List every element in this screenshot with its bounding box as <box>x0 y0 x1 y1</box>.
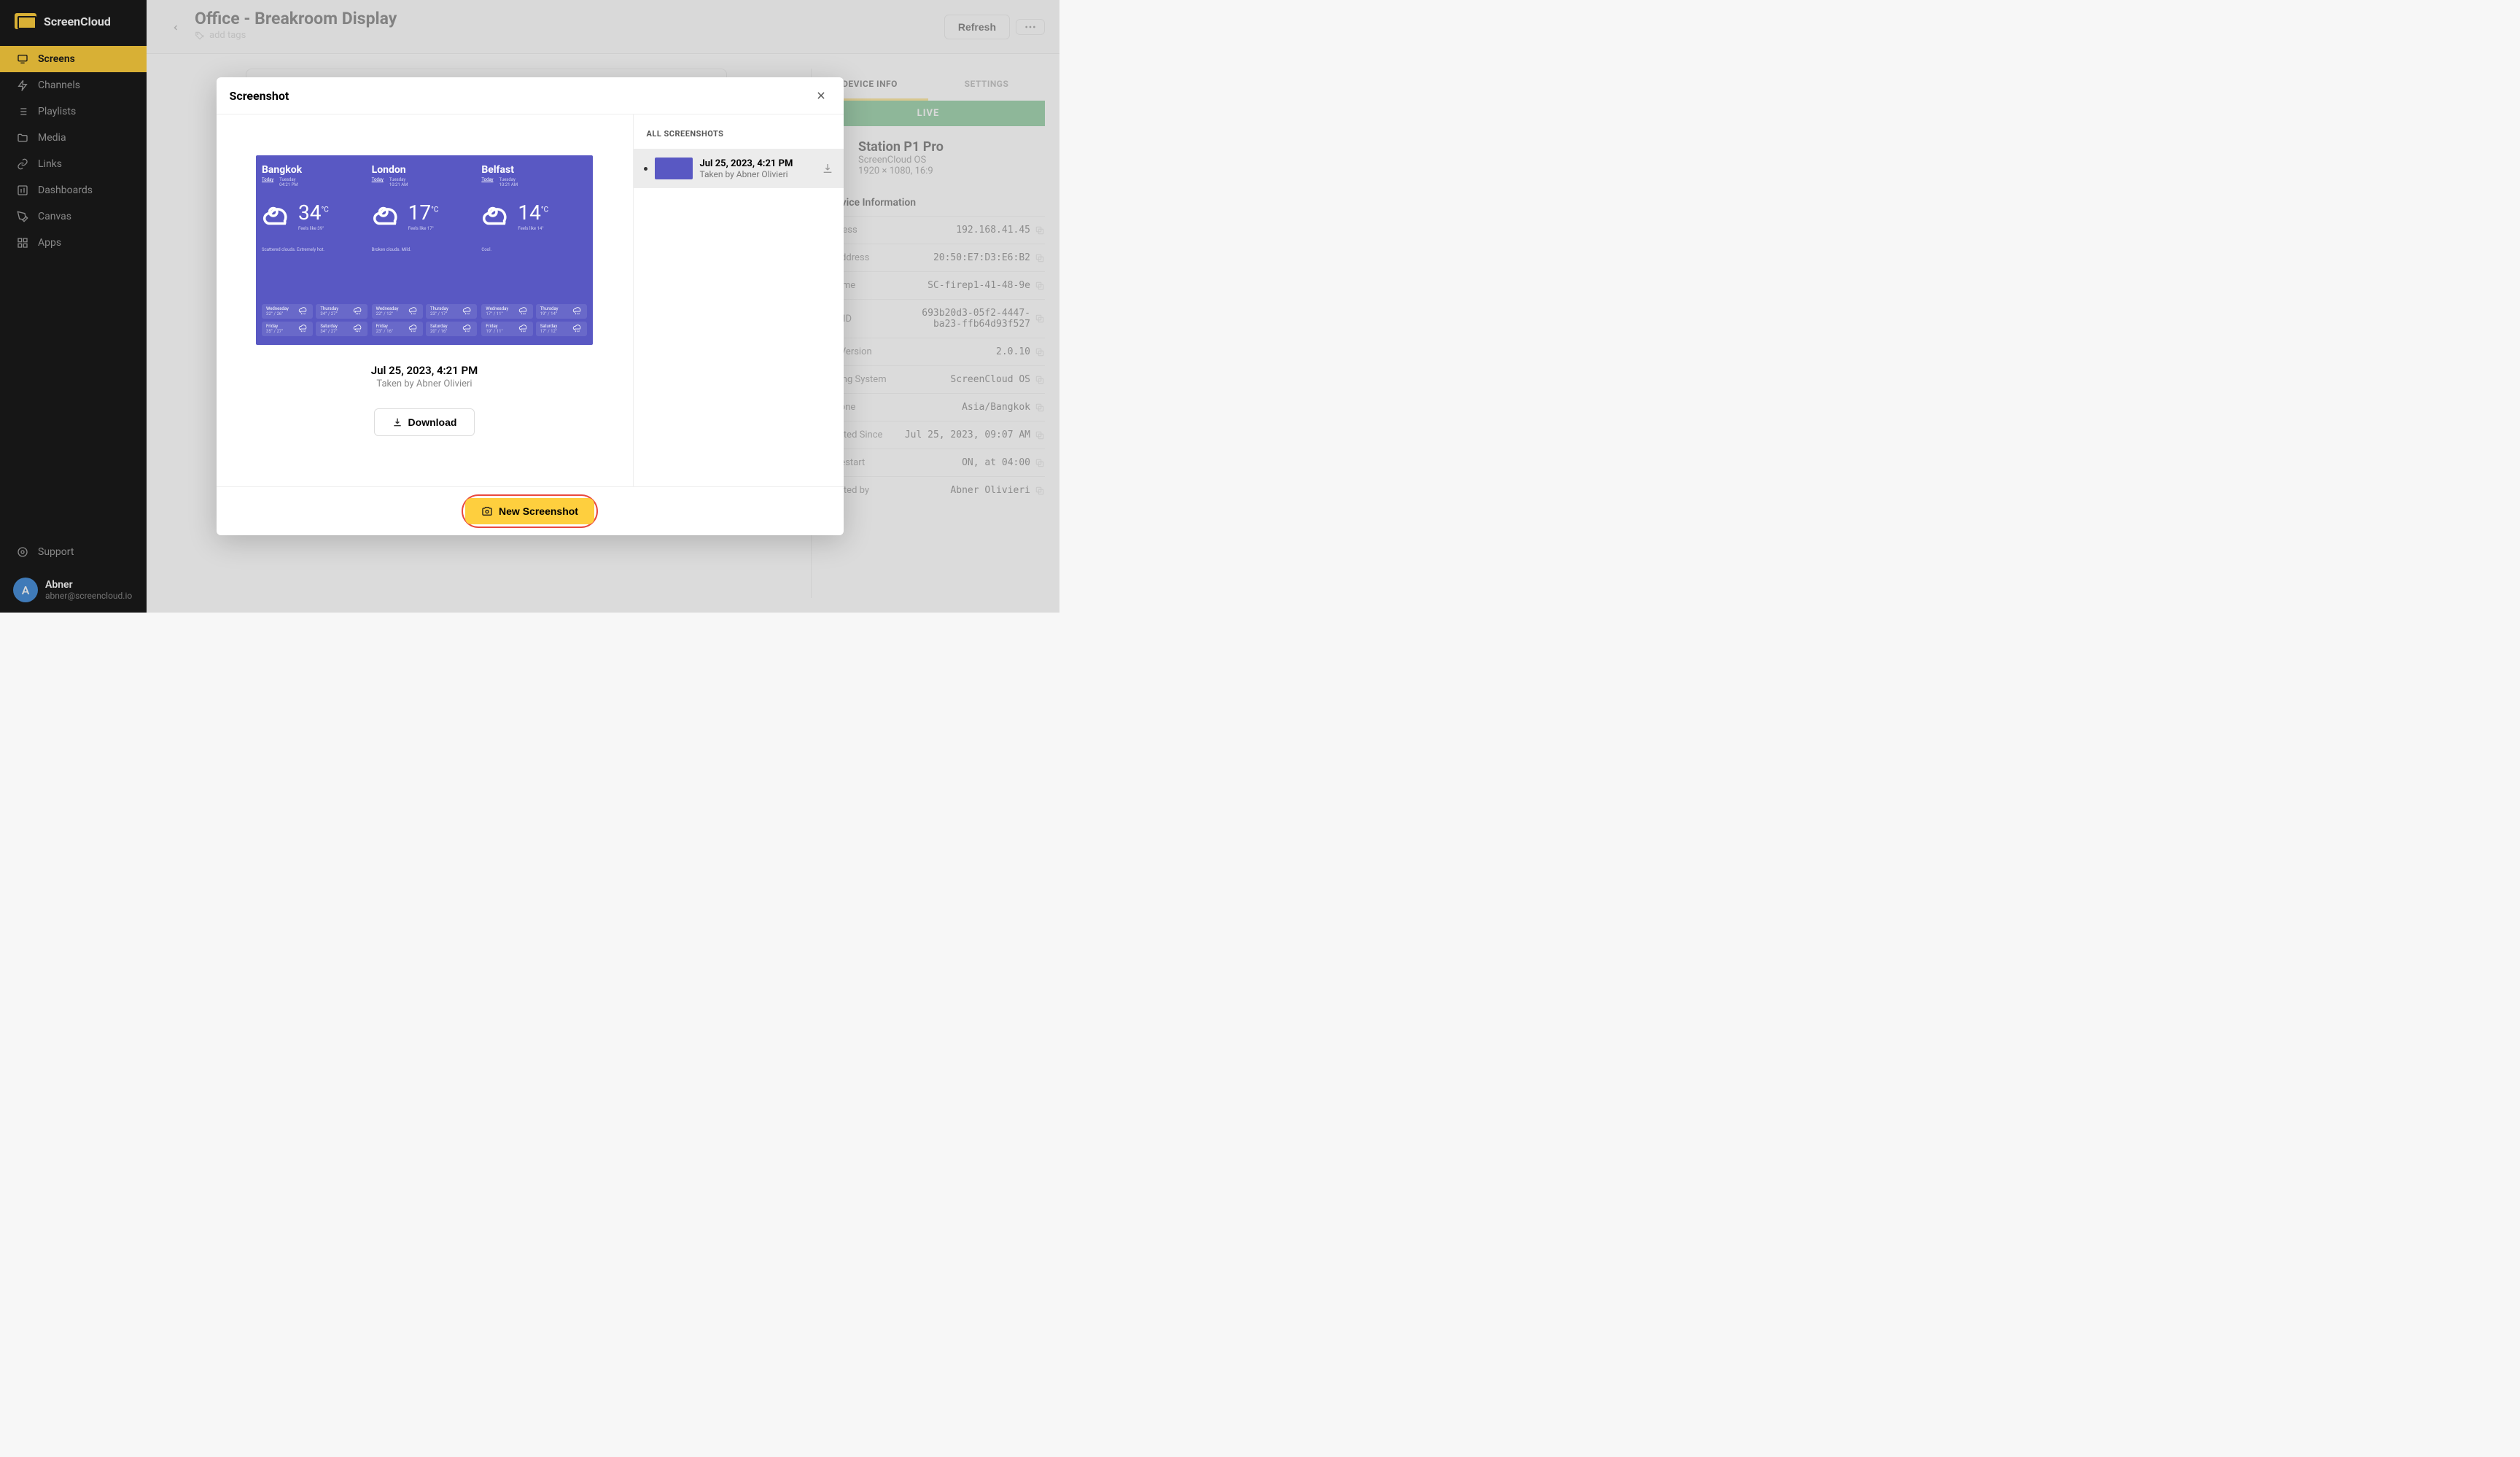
screenshot-by: Taken by Abner Olivieri <box>700 169 814 179</box>
download-icon[interactable] <box>822 163 833 174</box>
sidebar-item-screens[interactable]: Screens <box>0 46 147 72</box>
sidebar-item-dashboards[interactable]: Dashboards <box>0 177 147 203</box>
weather-tile: BangkokTodayTuesday04:21 PM34°CFeels lik… <box>262 164 368 336</box>
sidebar-item-label: Support <box>38 546 74 558</box>
sidebar-item-label: Channels <box>38 79 80 91</box>
sidebar-item-media[interactable]: Media <box>0 125 147 151</box>
sidebar-item-label: Links <box>38 158 62 170</box>
close-icon <box>816 90 826 101</box>
highlight-annotation: New Screenshot <box>462 494 598 528</box>
screenshot-list: ALL SCREENSHOTS Jul 25, 2023, 4:21 PM Ta… <box>634 114 844 486</box>
pen-icon <box>16 210 29 223</box>
preview-timestamp: Jul 25, 2023, 4:21 PM <box>371 364 478 377</box>
apps-icon <box>16 236 29 249</box>
screenshot-preview: BangkokTodayTuesday04:21 PM34°CFeels lik… <box>256 155 593 345</box>
user-menu[interactable]: A Abner abner@screencloud.io <box>0 567 147 613</box>
sidebar-item-label: Media <box>38 132 66 144</box>
preview-taken-by: Taken by Abner Olivieri <box>376 378 472 389</box>
sidebar-item-label: Apps <box>38 237 61 249</box>
sidebar-item-label: Canvas <box>38 211 71 222</box>
sidebar-item-label: Dashboards <box>38 184 93 196</box>
support-icon <box>16 545 29 559</box>
screenshot-modal: Screenshot BangkokTodayTuesday04:21 PM34… <box>217 77 844 535</box>
avatar: A <box>13 578 38 602</box>
monitor-icon <box>16 53 29 66</box>
screenshot-item[interactable]: Jul 25, 2023, 4:21 PM Taken by Abner Oli… <box>634 149 844 188</box>
sidebar-item-links[interactable]: Links <box>0 151 147 177</box>
sidebar-item-playlists[interactable]: Playlists <box>0 98 147 125</box>
close-button[interactable] <box>812 86 831 105</box>
list-icon <box>16 105 29 118</box>
sidebar-item-label: Screens <box>38 53 75 65</box>
camera-icon <box>481 505 493 517</box>
new-screenshot-button[interactable]: New Screenshot <box>465 498 594 524</box>
active-dot-icon <box>644 167 648 171</box>
sidebar: ScreenCloud Screens Channels Playlists M… <box>0 0 147 613</box>
logo-icon <box>15 13 36 29</box>
folder-icon <box>16 131 29 144</box>
screenshot-timestamp: Jul 25, 2023, 4:21 PM <box>700 158 814 169</box>
logo[interactable]: ScreenCloud <box>0 0 147 42</box>
user-name: Abner <box>45 579 132 591</box>
sidebar-item-support[interactable]: Support <box>0 537 147 567</box>
bolt-icon <box>16 79 29 92</box>
nav: Screens Channels Playlists Media Links D… <box>0 42 147 537</box>
sidebar-item-canvas[interactable]: Canvas <box>0 203 147 230</box>
link-icon <box>16 158 29 171</box>
sidebar-item-apps[interactable]: Apps <box>0 230 147 256</box>
chart-icon <box>16 184 29 197</box>
sidebar-item-channels[interactable]: Channels <box>0 72 147 98</box>
download-icon <box>392 417 402 427</box>
download-button[interactable]: Download <box>374 408 475 436</box>
app-name: ScreenCloud <box>44 15 111 28</box>
weather-tile: LondonTodayTuesday10:21 AM17°CFeels like… <box>372 164 478 336</box>
screenshot-thumbnail <box>655 158 693 179</box>
user-email: abner@screencloud.io <box>45 591 132 601</box>
weather-tile: BelfastTodayTuesday10:21 AM14°CFeels lik… <box>481 164 587 336</box>
preview-column: BangkokTodayTuesday04:21 PM34°CFeels lik… <box>217 114 634 486</box>
sidebar-item-label: Playlists <box>38 106 76 117</box>
modal-title: Screenshot <box>230 89 289 103</box>
list-heading: ALL SCREENSHOTS <box>634 114 844 149</box>
